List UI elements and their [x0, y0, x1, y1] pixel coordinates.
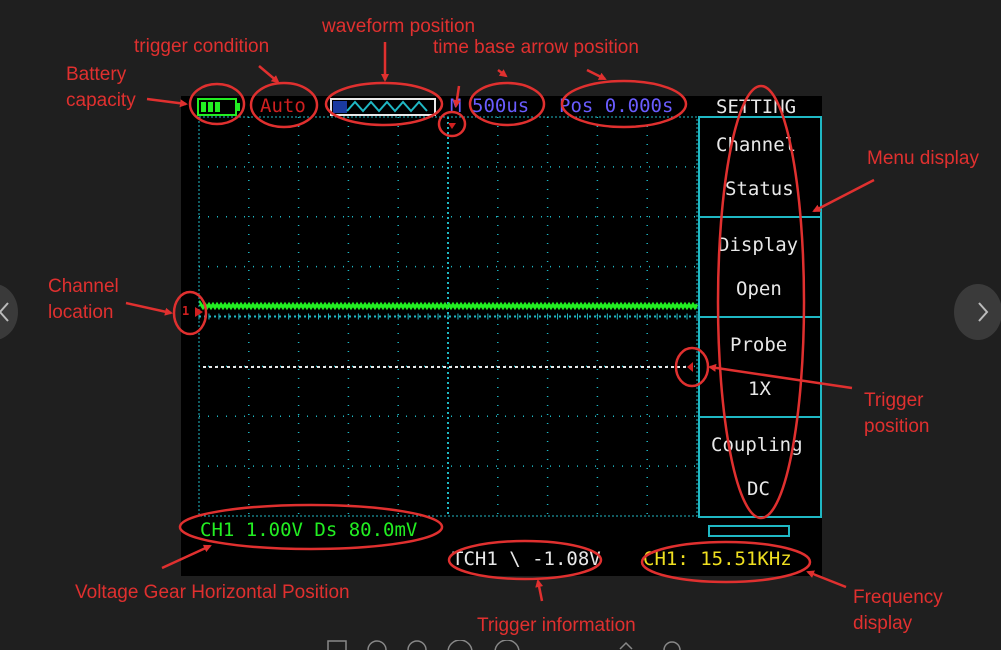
menu-display-label: Menu display — [867, 148, 979, 169]
graticule-grid — [198, 117, 698, 516]
channel-location-line2: location — [48, 302, 114, 323]
menu-title: SETTING — [716, 96, 797, 118]
rotate-left-icon[interactable] — [494, 640, 520, 650]
timebase-arrow-icon — [448, 123, 456, 129]
m-label: M — [450, 95, 462, 117]
trigger-info-label: TCH1 \ -1.08V — [452, 548, 601, 570]
time-base-label: 500us — [472, 95, 530, 117]
frequency-display-line1: Frequency — [853, 587, 943, 608]
download-icon[interactable] — [663, 641, 681, 650]
battery-capacity-label: Battery capacity — [66, 62, 136, 114]
oscilloscope-screen: Auto M 500us Pos 0.000s SETTING Channel … — [181, 96, 822, 576]
battery-icon — [197, 98, 240, 116]
scope-display — [195, 98, 822, 537]
previous-image-button[interactable] — [0, 284, 18, 340]
channel-location-label: Channel location — [48, 274, 119, 326]
trigger-condition-label: trigger condition — [134, 36, 270, 57]
bottom-toolbar — [327, 640, 681, 650]
trigger-position-line1: Trigger — [864, 390, 924, 411]
time-base-arrow-position-label: time base arrow position — [433, 37, 639, 58]
progress-bar — [708, 525, 790, 537]
timebase-arrow-small — [497, 69, 508, 78]
menu-item-probe-value: 1X — [748, 378, 771, 400]
ch1-waveform-trace — [199, 299, 699, 311]
menu-item-display-label: Display — [718, 234, 799, 256]
menu-item-coupling-label: Coupling — [711, 434, 803, 456]
rotate-right-icon[interactable] — [619, 641, 633, 650]
channel-marker-label: 1 — [182, 304, 190, 318]
channel-location-line1: Channel — [48, 276, 119, 297]
menu-display-arrow — [812, 178, 875, 213]
frequency-label: CH1: 15.51KHz — [643, 548, 792, 570]
menu-item-coupling-value: DC — [747, 478, 770, 500]
trigger-information-label: Trigger information — [477, 615, 636, 636]
menu-item-probe-label: Probe — [730, 334, 788, 356]
frequency-display-line2: display — [853, 613, 913, 634]
trigger-position-arrow-icon — [687, 362, 693, 372]
menu-item-channel-label: Channel — [716, 134, 797, 156]
battery-capacity-line1: Battery — [66, 64, 127, 85]
voltage-info-label: CH1 1.00V Ds 80.0mV — [200, 519, 418, 541]
chevron-left-icon — [0, 302, 9, 322]
next-image-button[interactable] — [954, 284, 1001, 340]
waveform-position-indicator — [330, 98, 436, 116]
menu-item-channel-value: Status — [725, 178, 794, 200]
reset-icon[interactable] — [447, 640, 473, 650]
trigger-position-label: Trigger position — [864, 388, 930, 440]
zoom-in-icon[interactable] — [407, 640, 427, 650]
trace-path — [199, 299, 699, 311]
trigger-position-line2: position — [864, 416, 930, 437]
trigger-info-arrow — [535, 579, 544, 602]
voltage-gear-label: Voltage Gear Horizontal Position — [75, 582, 350, 603]
frequency-display-label: Frequency display — [853, 585, 943, 637]
menu-item-display-value: Open — [736, 278, 782, 300]
trigger-mode-label: Auto — [260, 95, 306, 117]
position-label: Pos 0.000s — [559, 95, 674, 117]
battery-capacity-line2: capacity — [66, 90, 136, 111]
channel-location-arrow — [125, 301, 173, 316]
trigger-condition-arrow — [258, 65, 280, 84]
figure: Auto M 500us Pos 0.000s SETTING Channel … — [0, 0, 1001, 650]
fullscreen-icon[interactable] — [327, 640, 347, 650]
zoom-out-icon[interactable] — [367, 640, 387, 650]
chevron-right-icon — [978, 302, 989, 322]
position-arrow — [586, 68, 607, 81]
